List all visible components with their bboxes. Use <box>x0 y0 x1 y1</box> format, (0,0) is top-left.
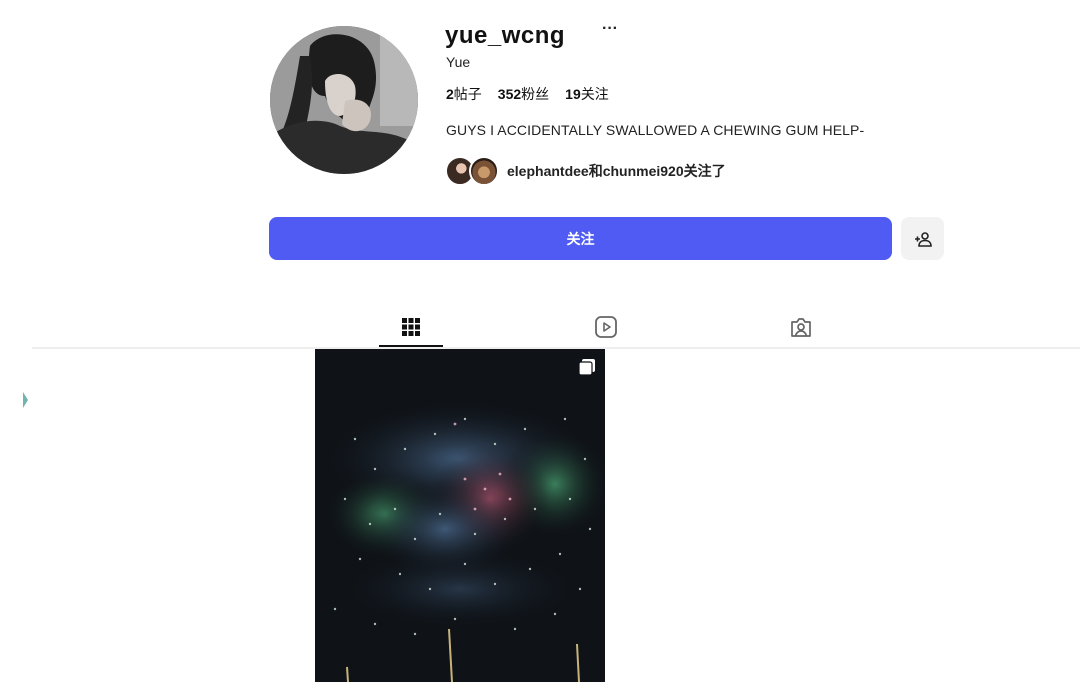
mutual-follower-avatar <box>469 156 499 186</box>
fireworks-photo <box>315 349 605 682</box>
profile-display-name: Yue <box>446 54 471 70</box>
side-panel-handle[interactable] <box>23 392 28 408</box>
stat-following-label: 关注 <box>580 86 609 102</box>
post-thumbnail[interactable] <box>315 349 605 682</box>
profile-bio: GUYS I ACCIDENTALLY SWALLOWED A CHEWING … <box>446 122 865 138</box>
stat-followers-count: 352 <box>497 86 522 102</box>
stat-followers[interactable]: 352粉丝 <box>498 84 549 104</box>
mutual-followers[interactable]: elephantdee和chunmei920关注了 <box>445 156 726 186</box>
suggested-accounts-button[interactable] <box>901 217 944 260</box>
stat-posts[interactable]: 2帖子 <box>446 84 482 104</box>
tab-tagged[interactable] <box>769 312 833 342</box>
tagged-person-icon <box>791 318 811 337</box>
stat-posts-count: 2 <box>446 86 454 102</box>
tab-posts[interactable] <box>379 312 443 342</box>
tab-reels[interactable] <box>574 312 638 342</box>
stat-posts-label: 帖子 <box>453 86 482 102</box>
stat-followers-label: 粉丝 <box>521 86 550 102</box>
profile-avatar[interactable] <box>270 26 418 174</box>
profile-username: yue_wcng <box>445 22 566 49</box>
stat-following-count: 19 <box>565 86 581 102</box>
profile-page: yue_wcng ··· Yue 2帖子 352粉丝 19关注 GUYS I A… <box>0 0 1080 682</box>
mutual-followers-text: elephantdee和chunmei920关注了 <box>507 163 726 179</box>
carousel-icon <box>578 359 595 376</box>
add-person-icon <box>914 231 932 247</box>
stat-following[interactable]: 19关注 <box>565 84 609 104</box>
reels-play-icon <box>595 316 617 338</box>
avatar-photo <box>270 26 418 174</box>
follow-button[interactable]: 关注 <box>269 217 892 260</box>
profile-stats: 2帖子 352粉丝 19关注 <box>446 84 609 104</box>
grid-icon <box>402 318 420 336</box>
more-options-icon[interactable]: ··· <box>602 21 622 42</box>
